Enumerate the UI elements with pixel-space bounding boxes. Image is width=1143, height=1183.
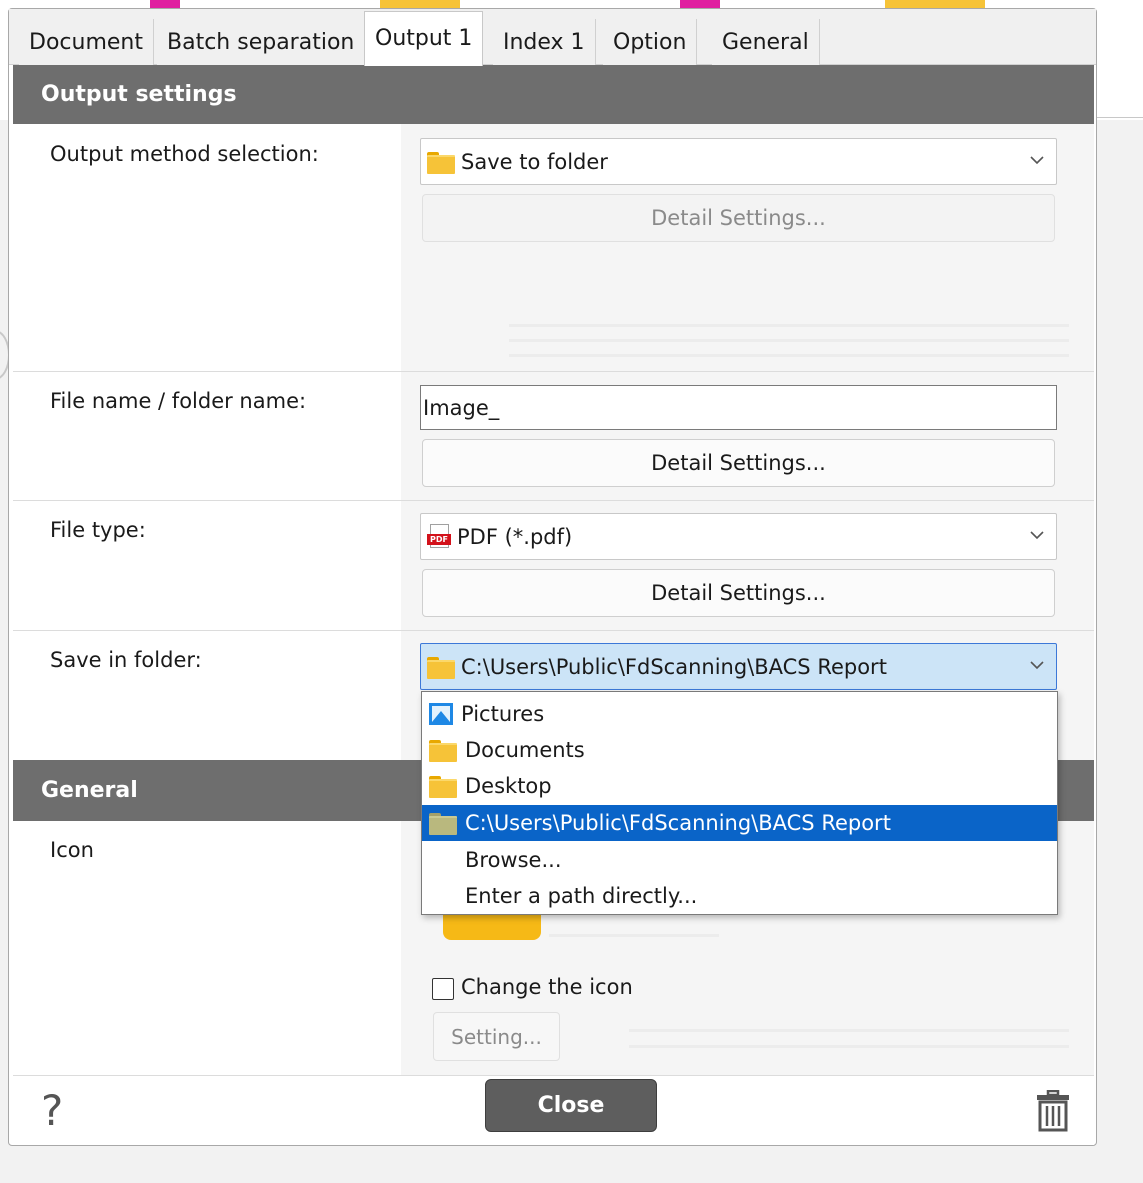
dropdown-item-bacs-report[interactable]: C:\Users\Public\FdScanning\BACS Report xyxy=(422,805,1057,841)
row-divider xyxy=(13,500,1094,501)
folder-icon xyxy=(427,656,455,679)
faint-background-mark xyxy=(509,339,1069,342)
tab-option[interactable]: Option xyxy=(603,19,698,65)
dropdown-item-enter-path[interactable]: Enter a path directly... xyxy=(422,878,1057,914)
chevron-down-icon xyxy=(1030,661,1044,670)
background-thumbnail-2 xyxy=(380,0,460,8)
save-folder-dropdown: Pictures Documents Desktop C:\Users\Publ… xyxy=(421,691,1058,915)
save-folder-combo[interactable]: C:\Users\Public\FdScanning\BACS Report xyxy=(420,643,1057,690)
tab-general[interactable]: General xyxy=(712,19,820,65)
tab-batch-separation[interactable]: Batch separation xyxy=(157,19,366,65)
dropdown-item-label: Desktop xyxy=(465,774,552,798)
file-name-input[interactable]: Image_ xyxy=(420,385,1057,430)
background-divider xyxy=(1096,117,1143,118)
faint-background-mark xyxy=(509,354,1069,357)
tab-output-1[interactable]: Output 1 xyxy=(364,11,484,66)
general-title: General xyxy=(41,778,138,803)
folder-icon xyxy=(429,740,457,762)
row-divider xyxy=(13,371,1094,372)
dropdown-item-browse[interactable]: Browse... xyxy=(422,842,1057,878)
output-settings-title: Output settings xyxy=(41,82,237,107)
chevron-down-icon xyxy=(1030,156,1044,165)
file-type-detail-button[interactable]: Detail Settings... xyxy=(422,569,1055,617)
output-method-value: Save to folder xyxy=(461,149,608,174)
faint-background-mark xyxy=(509,324,1069,327)
faint-background-mark xyxy=(549,934,719,937)
output-settings-header: Output settings xyxy=(13,65,1094,124)
dropdown-item-label: Pictures xyxy=(461,702,545,726)
pictures-icon xyxy=(429,703,453,725)
dropdown-item-label: C:\Users\Public\FdScanning\BACS Report xyxy=(465,811,891,835)
dropdown-item-label: Enter a path directly... xyxy=(465,884,698,908)
output-method-label: Output method selection: xyxy=(50,142,319,166)
file-type-value: PDF (*.pdf) xyxy=(457,524,573,549)
icon-label: Icon xyxy=(50,838,94,862)
dialog-footer: ? Close xyxy=(13,1075,1094,1145)
background-thumbnail-3 xyxy=(680,0,720,8)
icon-setting-button[interactable]: Setting... xyxy=(433,1012,560,1061)
file-type-combo[interactable]: PDF PDF (*.pdf) xyxy=(420,513,1057,560)
tab-bar: Document Batch separation Output 1 Index… xyxy=(9,9,1096,66)
help-icon[interactable]: ? xyxy=(41,1086,63,1135)
tab-document[interactable]: Document xyxy=(19,19,154,65)
change-icon-label[interactable]: Change the icon xyxy=(461,975,633,999)
folder-icon xyxy=(429,813,457,835)
chevron-down-icon xyxy=(1030,531,1044,540)
file-name-value: Image_ xyxy=(423,395,500,420)
dropdown-item-documents[interactable]: Documents xyxy=(422,732,1057,768)
output-method-combo[interactable]: Save to folder xyxy=(420,138,1057,185)
pdf-icon-tag: PDF xyxy=(427,533,451,545)
pdf-icon: PDF xyxy=(427,523,451,550)
file-name-detail-button[interactable]: Detail Settings... xyxy=(422,439,1055,487)
dropdown-item-pictures[interactable]: Pictures xyxy=(422,696,1057,732)
save-folder-value: C:\Users\Public\FdScanning\BACS Report xyxy=(461,654,887,679)
folder-icon xyxy=(429,776,457,798)
folder-icon xyxy=(427,151,455,174)
faint-background-mark xyxy=(629,1045,1069,1048)
dropdown-item-label: Browse... xyxy=(465,848,562,872)
background-thumbnail-1 xyxy=(150,0,180,8)
dropdown-item-label: Documents xyxy=(465,738,585,762)
row-divider xyxy=(13,630,1094,631)
tab-index-1[interactable]: Index 1 xyxy=(493,19,596,65)
background-thumbnail-4 xyxy=(885,0,985,8)
trash-icon[interactable] xyxy=(1036,1090,1070,1132)
file-name-label: File name / folder name: xyxy=(50,389,307,413)
change-icon-checkbox[interactable] xyxy=(432,978,454,1000)
output-method-detail-button[interactable]: Detail Settings... xyxy=(422,194,1055,242)
faint-background-mark xyxy=(629,1029,1069,1032)
save-folder-label: Save in folder: xyxy=(50,648,202,672)
close-button[interactable]: Close xyxy=(485,1079,657,1132)
scan-profile-dialog: Document Batch separation Output 1 Index… xyxy=(8,8,1097,1146)
dropdown-item-desktop[interactable]: Desktop xyxy=(422,768,1057,804)
file-type-label: File type: xyxy=(50,518,146,542)
